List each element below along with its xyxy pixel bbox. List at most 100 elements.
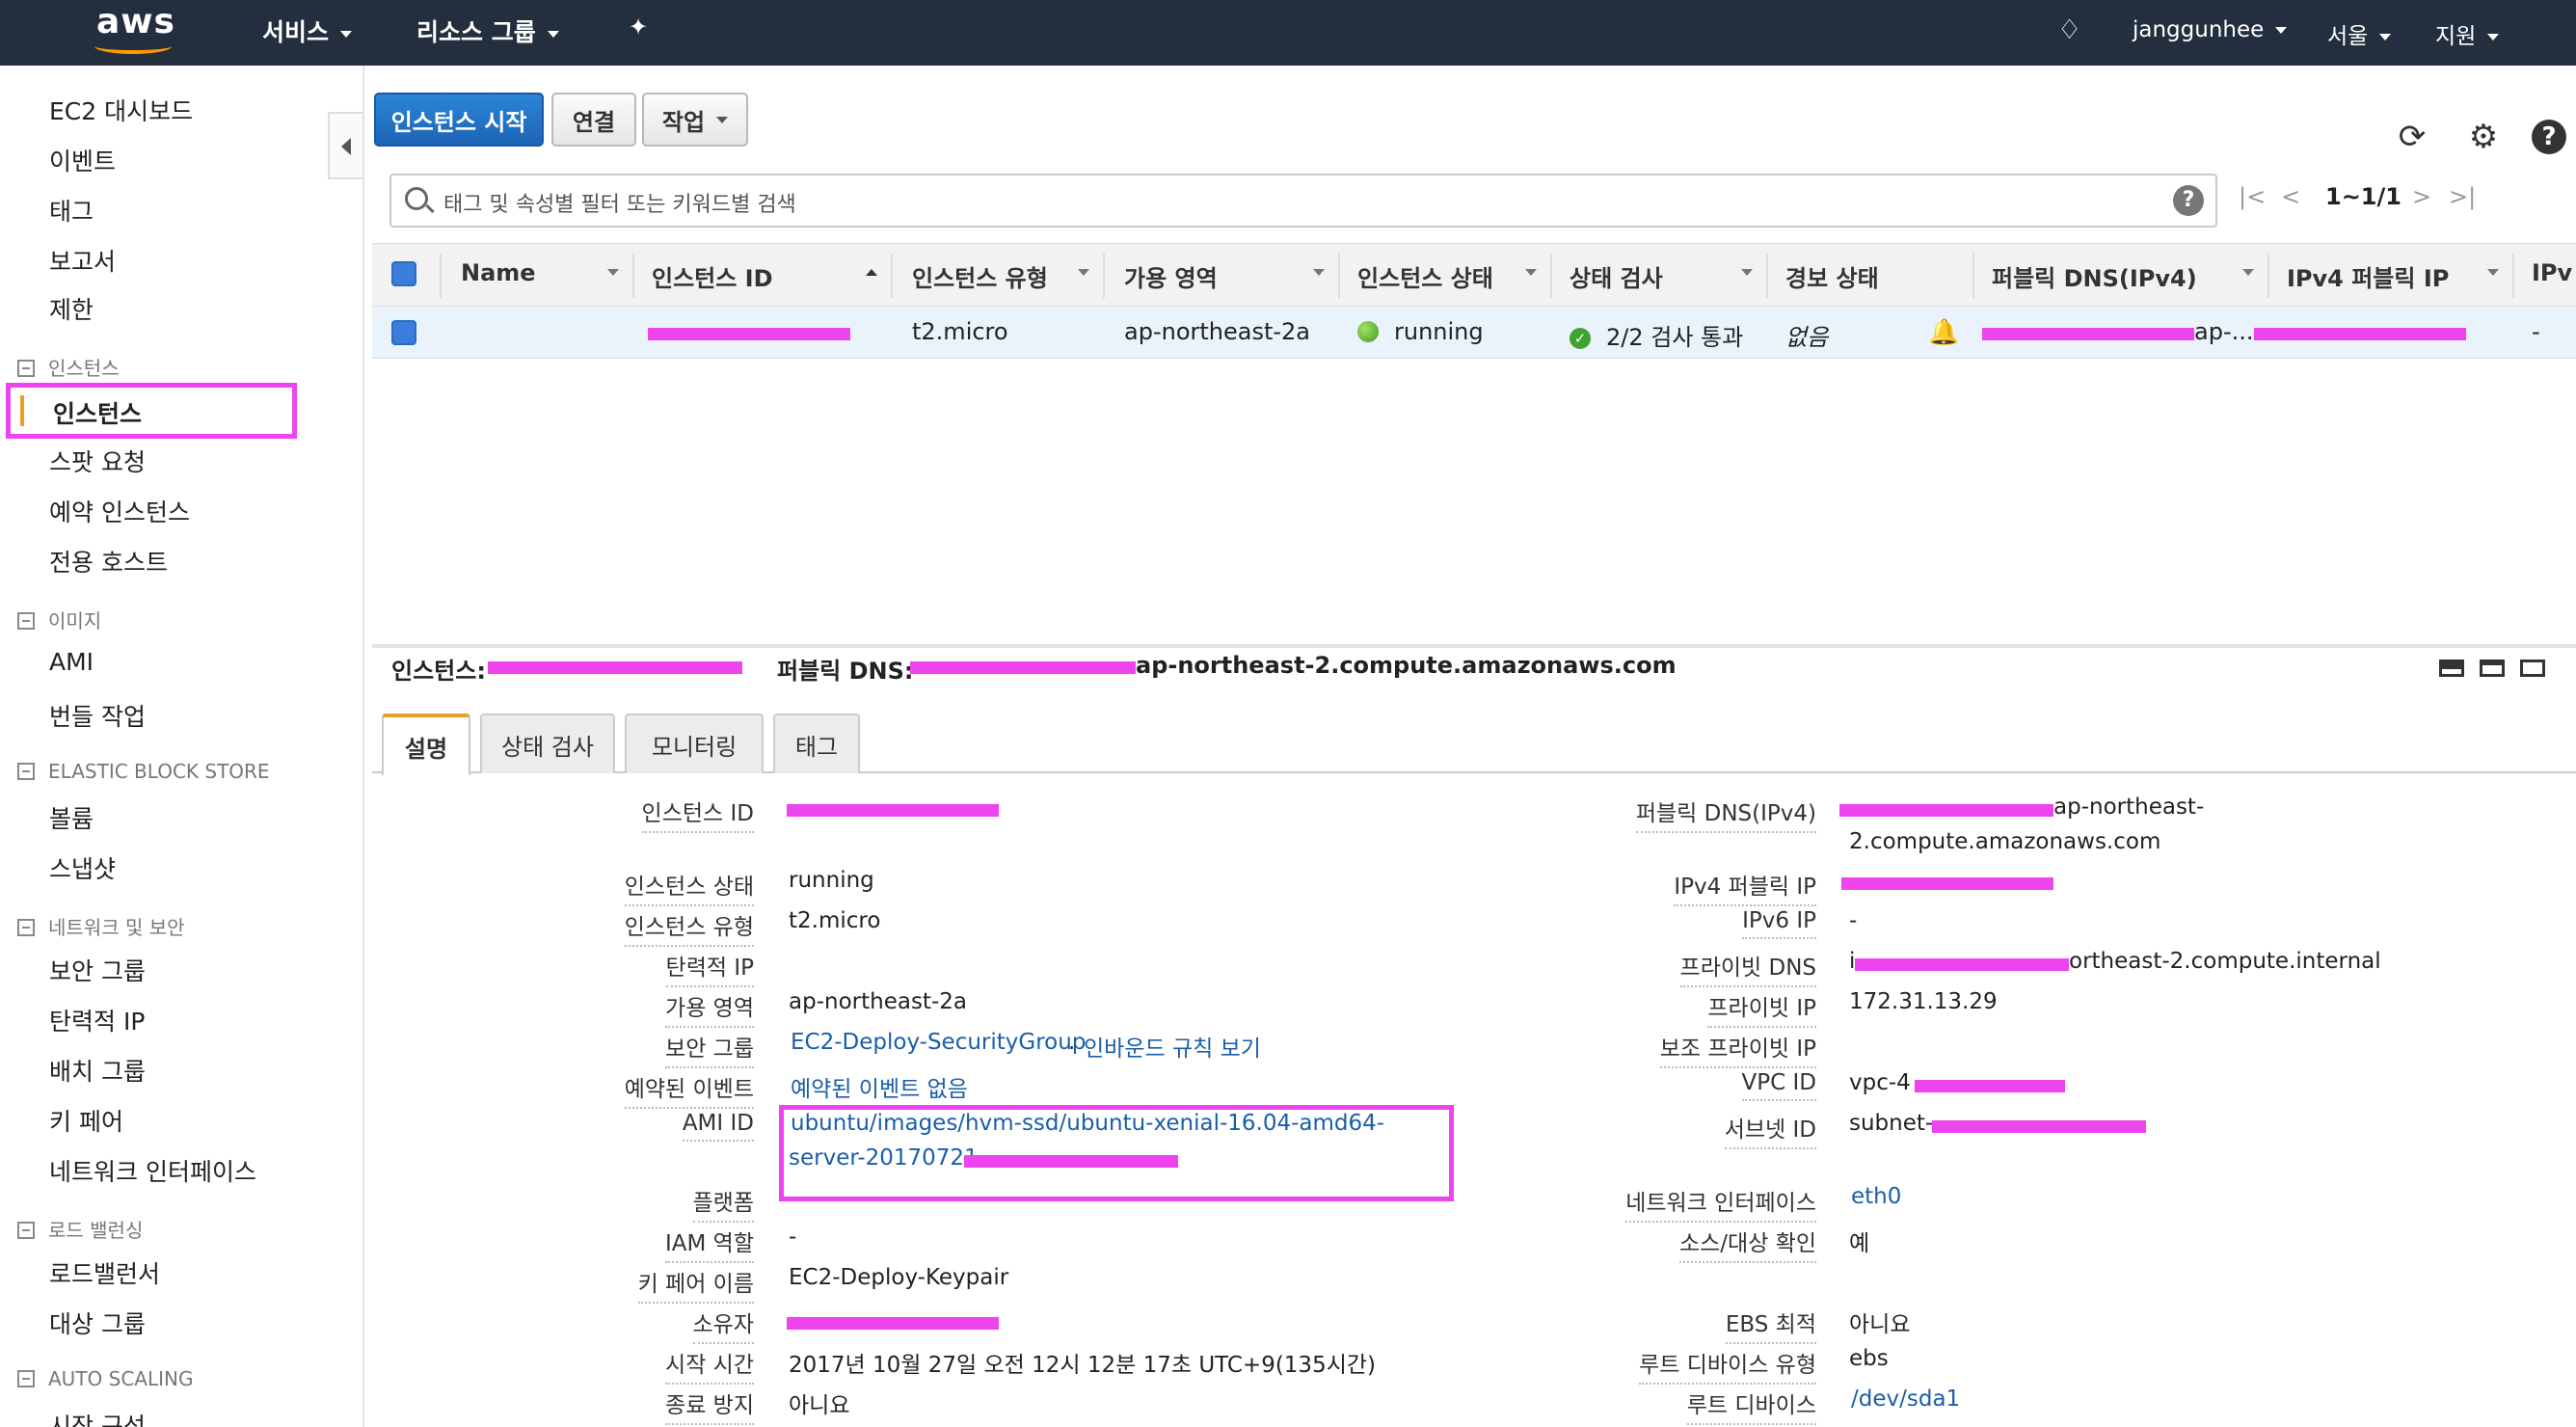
panel-maximize-icon[interactable] xyxy=(2520,660,2545,677)
resource-groups-menu[interactable]: 리소스 그룹 xyxy=(416,13,559,48)
redacted-owner xyxy=(787,1317,999,1330)
sidebar-item-elastic-ip[interactable]: 탄력적 IP xyxy=(49,1003,145,1037)
redacted-public-dns xyxy=(1982,328,2194,340)
sidebar-item-load-balancers[interactable]: 로드밸런서 xyxy=(49,1255,160,1290)
panel-resize-handle[interactable] xyxy=(372,644,2576,648)
active-indicator xyxy=(20,395,24,426)
sidebar-item-tags[interactable]: 태그 xyxy=(49,193,94,228)
sidebar-item-spot[interactable]: 스팟 요청 xyxy=(49,444,146,478)
help-icon[interactable]: ? xyxy=(2532,120,2566,154)
link-root-device[interactable]: /dev/sda1 xyxy=(1851,1387,1960,1412)
sidebar-section-images[interactable]: 이미지 xyxy=(17,606,101,633)
link-scheduled-events[interactable]: 예약된 이벤트 없음 xyxy=(791,1070,968,1103)
help-icon[interactable]: ? xyxy=(2173,185,2204,216)
column-header-instance-state[interactable]: 인스턴스 상태 xyxy=(1357,259,1493,293)
services-menu[interactable]: 서비스 xyxy=(262,13,353,48)
user-menu[interactable]: janggunhee xyxy=(2133,17,2288,42)
sidebar-collapse-button[interactable] xyxy=(328,112,362,179)
sidebar-item-ami[interactable]: AMI xyxy=(49,648,94,676)
sidebar-section-load-balancing[interactable]: 로드 밸런싱 xyxy=(17,1215,143,1243)
sidebar-item-reserved[interactable]: 예약 인스턴스 xyxy=(49,494,190,528)
sidebar-section-auto-scaling[interactable]: AUTO SCALING xyxy=(17,1367,193,1390)
cell-alarm-status: 없음 xyxy=(1785,324,1829,351)
value-subnet-id[interactable]: subnet- xyxy=(1849,1111,1933,1136)
section-label: 인스턴스 xyxy=(48,357,120,380)
launch-instance-button[interactable]: 인스턴스 시작 xyxy=(374,93,544,147)
sort-icon[interactable] xyxy=(1313,269,1325,276)
tab-status-checks[interactable]: 상태 검사 xyxy=(480,714,615,773)
section-label: 이미지 xyxy=(48,609,102,633)
cell-availability-zone: ap-northeast-2a xyxy=(1124,318,1311,345)
select-all-checkbox[interactable] xyxy=(391,261,416,286)
gear-icon[interactable]: ⚙ xyxy=(2464,118,2503,156)
sidebar-item-events[interactable]: 이벤트 xyxy=(49,143,116,177)
sort-icon[interactable] xyxy=(1078,269,1089,276)
tab-description[interactable]: 설명 xyxy=(382,714,470,775)
sort-ascending-icon[interactable] xyxy=(866,269,877,276)
sidebar-item-placement[interactable]: 배치 그룹 xyxy=(49,1053,146,1088)
link-network-interface[interactable]: eth0 xyxy=(1851,1184,1901,1209)
sidebar-item-volumes[interactable]: 볼륨 xyxy=(49,800,94,835)
sidebar-item-launch-config[interactable]: 시작 구성 xyxy=(49,1408,146,1427)
row-checkbox[interactable] xyxy=(391,320,416,345)
column-header-status-check[interactable]: 상태 검사 xyxy=(1570,259,1663,293)
bell-icon[interactable]: ♢ xyxy=(2057,13,2081,45)
sidebar-item-instances[interactable]: 인스턴스 xyxy=(6,383,297,439)
tab-monitoring[interactable]: 모니터링 xyxy=(625,714,764,773)
actions-button[interactable]: 작업 xyxy=(642,93,748,147)
redacted-public-ip xyxy=(1841,877,2053,890)
link-security-group[interactable]: EC2-Deploy-SecurityGroup xyxy=(791,1030,1086,1055)
detail-instance-label: 인스턴스: xyxy=(391,658,486,685)
first-page-icon[interactable]: |< xyxy=(2239,183,2266,210)
column-header-public-dns[interactable]: 퍼블릭 DNS(IPv4) xyxy=(1992,259,2197,293)
column-header-instance-id[interactable]: 인스턴스 ID xyxy=(652,259,773,293)
column-header-availability-zone[interactable]: 가용 영역 xyxy=(1124,259,1218,293)
alarm-bell-icon[interactable]: 🔔 xyxy=(1928,318,1959,347)
sidebar-item-keypair[interactable]: 키 페어 xyxy=(49,1103,123,1138)
sidebar-section-network[interactable]: 네트워크 및 보안 xyxy=(17,912,185,940)
tab-tags[interactable]: 태그 xyxy=(773,714,860,773)
pagination-count: 1~1/1 xyxy=(2325,183,2402,210)
pin-icon[interactable]: ✦ xyxy=(629,13,648,40)
sort-icon[interactable] xyxy=(1741,269,1753,276)
table-row[interactable]: t2.micro ap-northeast-2a running ✓ 2/2 검사… xyxy=(372,307,2576,359)
column-header-instance-type[interactable]: 인스턴스 유형 xyxy=(912,259,1048,293)
column-header-alarm-status[interactable]: 경보 상태 xyxy=(1785,259,1879,293)
sidebar-section-ebs[interactable]: ELASTIC BLOCK STORE xyxy=(17,760,270,783)
sidebar-item-snapshots[interactable]: 스냅샷 xyxy=(49,850,116,885)
last-page-icon[interactable]: >| xyxy=(2449,183,2476,210)
sidebar-item-bundle[interactable]: 번들 작업 xyxy=(49,698,146,733)
sort-icon[interactable] xyxy=(1525,269,1537,276)
support-menu[interactable]: 지원 xyxy=(2435,17,2500,50)
sidebar-section-instances[interactable]: 인스턴스 xyxy=(17,353,120,381)
label-source-dest-check: 소스/대상 확인 xyxy=(1678,1225,1816,1263)
sort-icon[interactable] xyxy=(2487,269,2499,276)
panel-minimize-icon[interactable] xyxy=(2439,660,2464,677)
sort-icon[interactable] xyxy=(607,269,619,276)
prev-page-icon[interactable]: < xyxy=(2281,183,2300,210)
value-vpc-id[interactable]: vpc-4 xyxy=(1849,1070,1911,1095)
refresh-icon[interactable]: ⟳ xyxy=(2393,118,2431,156)
region-menu[interactable]: 서울 xyxy=(2327,17,2392,50)
sidebar-item-security-groups[interactable]: 보안 그룹 xyxy=(49,953,146,987)
column-divider xyxy=(1103,254,1105,298)
aws-logo[interactable]: aws xyxy=(96,2,175,41)
column-header-ipv6[interactable]: IPv xyxy=(2532,259,2572,286)
sidebar-item-dashboard[interactable]: EC2 대시보드 xyxy=(49,93,193,127)
connect-button[interactable]: 연결 xyxy=(551,93,636,147)
column-header-name[interactable]: Name xyxy=(461,259,536,286)
chevron-down-icon xyxy=(2275,27,2288,34)
label-public-ipv4: IPv4 퍼블릭 IP xyxy=(1674,868,1816,906)
search-filter-input[interactable]: 태그 및 속성별 필터 또는 키워드별 검색 ? xyxy=(389,174,2217,228)
sort-icon[interactable] xyxy=(2242,269,2254,276)
sidebar-item-target-groups[interactable]: 대상 그룹 xyxy=(49,1306,146,1340)
sidebar-item-nic[interactable]: 네트워크 인터페이스 xyxy=(49,1153,256,1188)
sidebar-item-dedicated[interactable]: 전용 호스트 xyxy=(49,544,168,579)
next-page-icon[interactable]: > xyxy=(2412,183,2431,210)
sidebar-item-reports[interactable]: 보고서 xyxy=(49,243,116,278)
link-inbound-rules[interactable]: 인바운드 규칙 보기 xyxy=(1084,1030,1261,1063)
sidebar-item-limits[interactable]: 제한 xyxy=(49,291,94,326)
running-status-icon xyxy=(1357,321,1379,342)
column-header-public-ip[interactable]: IPv4 퍼블릭 IP xyxy=(2287,259,2449,293)
panel-half-icon[interactable] xyxy=(2480,660,2505,677)
